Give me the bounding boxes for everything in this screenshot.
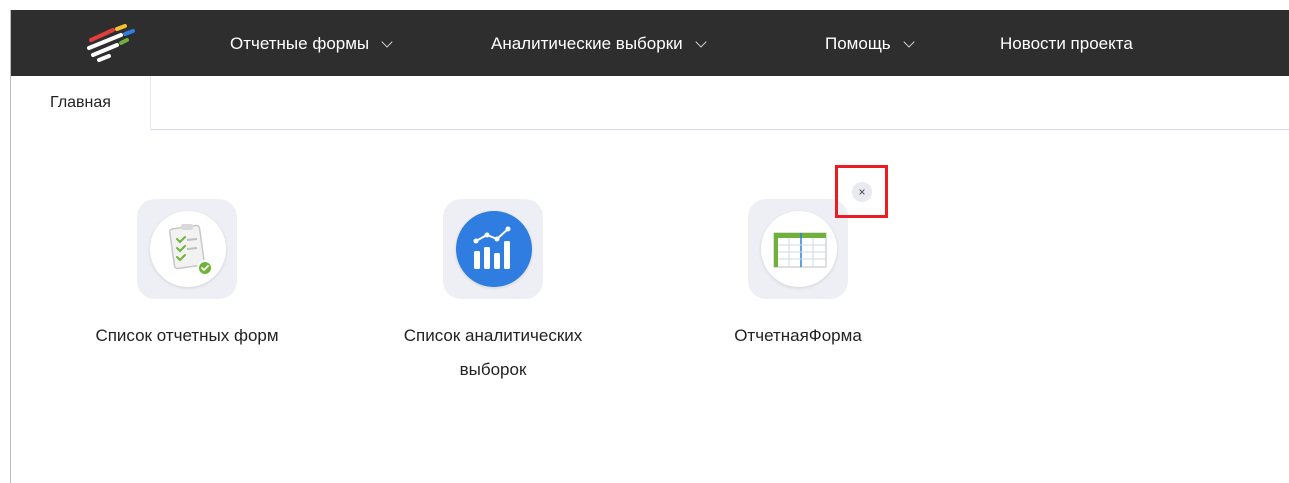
nav-item-analytical-samples[interactable]: Аналитические выборки <box>491 32 707 56</box>
nav-item-project-news[interactable]: Новости проекта <box>1000 32 1133 56</box>
tab-bar: Главная <box>11 76 1289 130</box>
remove-tile-button-highlight[interactable]: × <box>835 165 888 218</box>
tile-label: ОтчетнаяФорма <box>734 326 862 345</box>
nav-item-label: Аналитические выборки <box>491 34 683 53</box>
tile-icon-background <box>137 199 237 299</box>
chevron-down-icon <box>381 35 393 48</box>
table-icon <box>773 232 827 268</box>
tile-icon-circle <box>761 211 837 287</box>
tile-icon-circle <box>150 211 226 287</box>
tile-label-line-2: выборок <box>459 360 527 379</box>
tile-label: Список отчетных форм <box>95 326 279 345</box>
tile-icon-background <box>748 199 848 299</box>
tile-icon-background <box>443 199 543 299</box>
nav-item-help[interactable]: Помощь <box>825 32 915 56</box>
close-icon[interactable]: × <box>852 182 872 202</box>
tile-label-line-1: Список аналитических <box>403 326 583 345</box>
checklist-icon <box>169 224 213 276</box>
top-navbar: Отчетные формы Аналитические выборки Пом… <box>11 10 1289 76</box>
bar-chart-icon <box>473 226 511 269</box>
window-top-strip <box>10 0 1289 10</box>
tab-home[interactable]: Главная <box>11 76 151 130</box>
logo-icon[interactable] <box>81 22 145 66</box>
nav-item-reporting-forms[interactable]: Отчетные формы <box>230 32 393 56</box>
nav-item-label: Новости проекта <box>1000 34 1133 53</box>
tile-icon-circle <box>456 211 532 287</box>
chevron-down-icon <box>903 35 915 48</box>
chevron-down-icon <box>694 35 707 48</box>
nav-item-label: Отчетные формы <box>230 34 370 53</box>
nav-item-label: Помощь <box>825 34 891 53</box>
